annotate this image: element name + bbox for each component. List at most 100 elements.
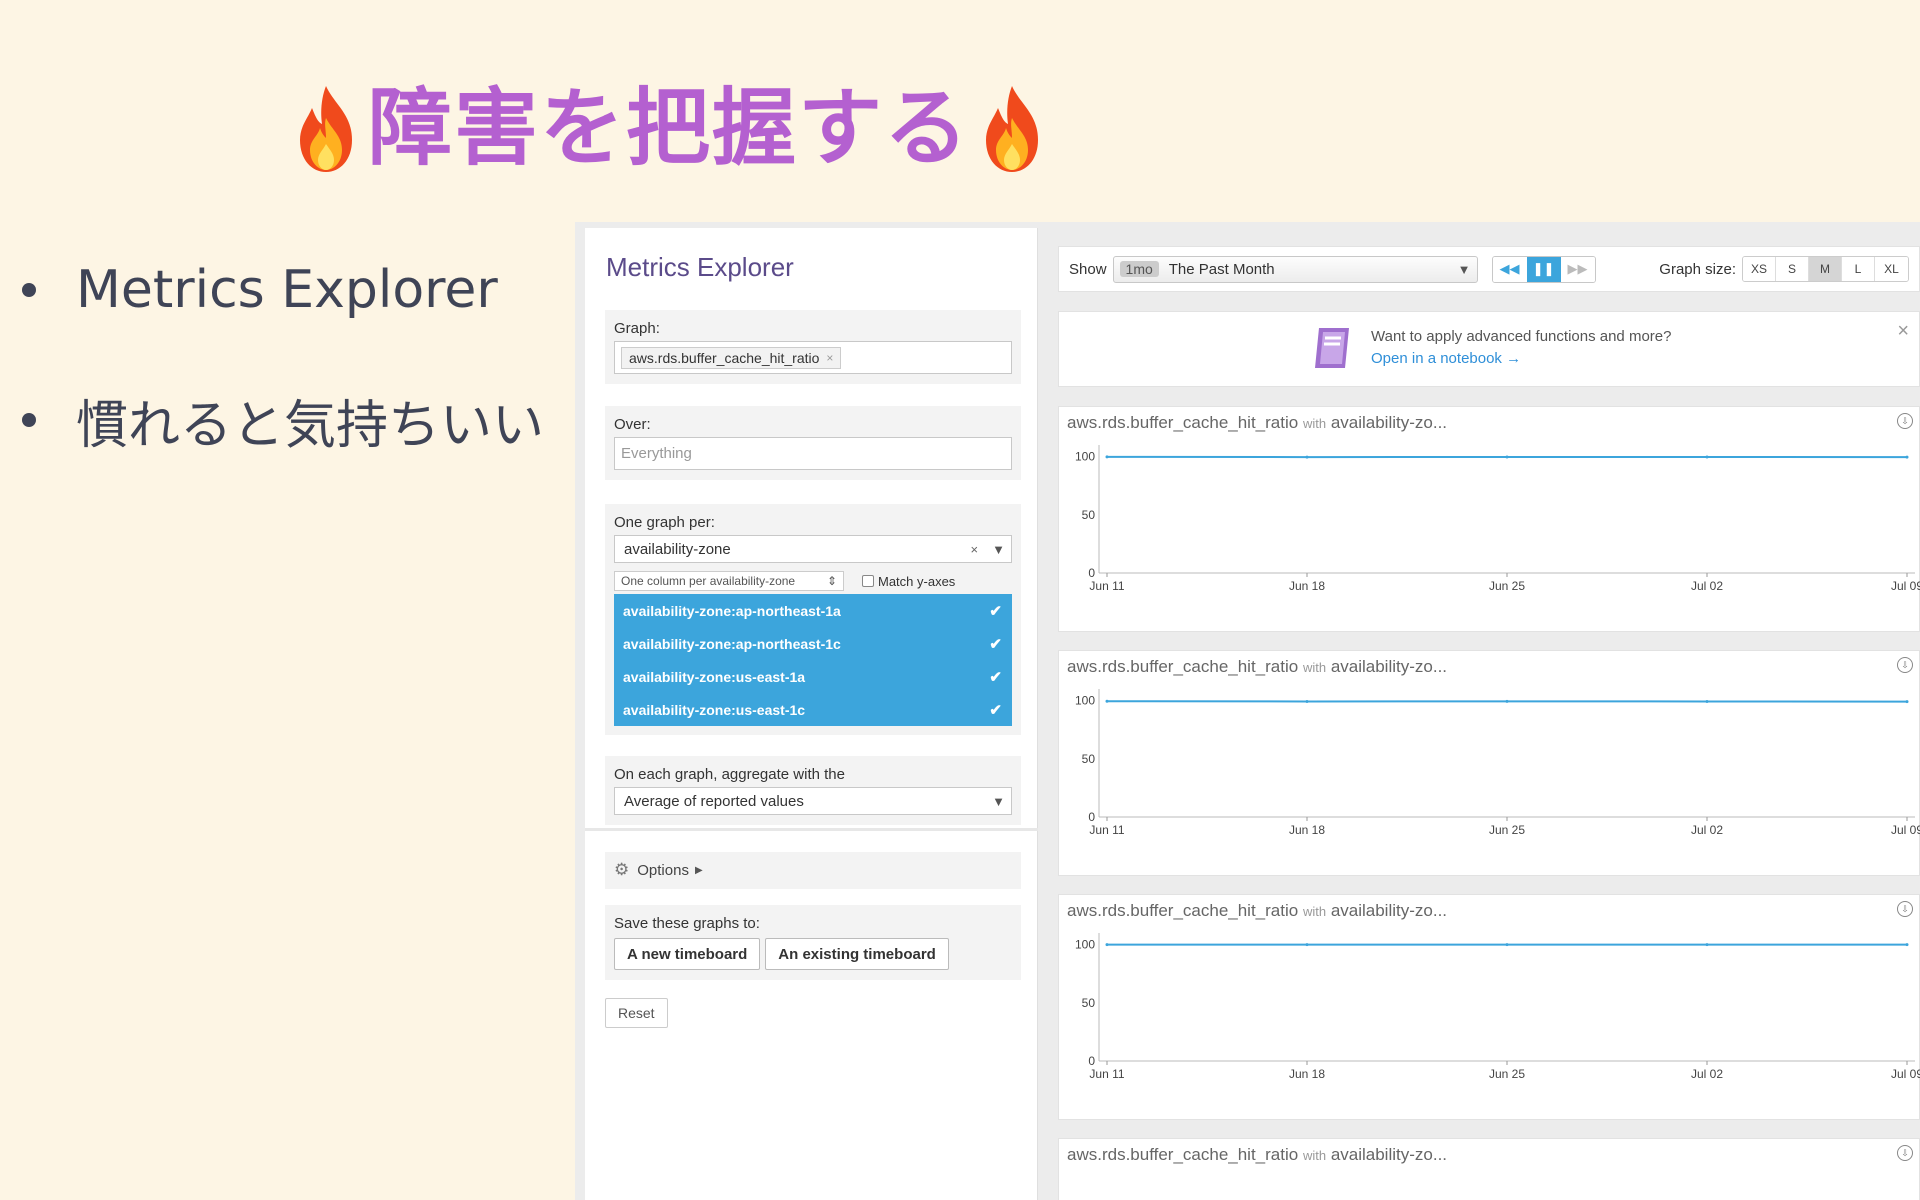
fire-icon bbox=[986, 86, 1039, 172]
graph-title: aws.rds.buffer_cache_hit_ratio with avai… bbox=[1067, 1145, 1447, 1165]
data-point bbox=[1705, 943, 1709, 947]
column-options-row: One column per availability-zone ⇕ Match… bbox=[614, 571, 1012, 591]
save-buttons: A new timeboard An existing timeboard bbox=[614, 938, 1012, 970]
rewind-icon[interactable]: ◀◀ bbox=[1492, 256, 1527, 282]
x-tick-label: Jun 25 bbox=[1489, 1067, 1525, 1081]
over-input[interactable]: Everything bbox=[614, 437, 1012, 470]
x-tick-label: Jun 11 bbox=[1089, 579, 1124, 593]
show-label: Show bbox=[1069, 260, 1107, 278]
graph-title: aws.rds.buffer_cache_hit_ratio with avai… bbox=[1067, 657, 1447, 677]
graph-chart: 0 50 100 Jun 11 Jun 18 Jun 25 Jul 02 Jul 09 bbox=[1075, 689, 1920, 837]
x-tick-label: Jul 02 bbox=[1691, 1067, 1723, 1081]
data-point bbox=[1105, 943, 1109, 947]
graph-size-label: Graph size: bbox=[1659, 260, 1736, 278]
metrics-explorer-screenshot: Metrics Explorer Graph: aws.rds.buffer_c… bbox=[575, 222, 1920, 1200]
match-yaxes-label: Match y-axes bbox=[878, 573, 956, 589]
graphs-panel: Show 1mo The Past Month ▼ ◀◀ ❚❚ ▶▶ Graph… bbox=[1058, 222, 1920, 1200]
bullet-list: Metrics Explorer 慣れると気持ちいい bbox=[22, 255, 544, 515]
chevron-down-icon: ▼ bbox=[1457, 261, 1471, 277]
graph-metric: aws.rds.buffer_cache_hit_ratio bbox=[1067, 413, 1299, 432]
metric-tag-label: aws.rds.buffer_cache_hit_ratio bbox=[629, 349, 820, 366]
slide-title-text: 障害を把握する bbox=[368, 79, 971, 177]
zone-item[interactable]: availability-zone:ap-northeast-1a ✔ bbox=[614, 594, 1012, 627]
open-notebook-link[interactable]: Open in a notebook → bbox=[1371, 350, 1521, 367]
download-icon[interactable]: ⇩ bbox=[1897, 901, 1913, 917]
existing-timeboard-button[interactable]: An existing timeboard bbox=[765, 938, 949, 970]
bullet-item: Metrics Explorer bbox=[22, 255, 544, 325]
remove-tag-icon[interactable]: × bbox=[826, 351, 833, 365]
time-range-select[interactable]: 1mo The Past Month ▼ bbox=[1112, 255, 1478, 283]
aggregate-select[interactable]: Average of reported values ▼ bbox=[614, 787, 1012, 815]
zone-label: availability-zone:us-east-1a bbox=[623, 668, 806, 685]
new-timeboard-button[interactable]: A new timeboard bbox=[614, 938, 761, 970]
graph-metric-input[interactable]: aws.rds.buffer_cache_hit_ratio × bbox=[614, 341, 1012, 374]
x-tick-label: Jul 02 bbox=[1691, 579, 1723, 593]
options-row: ⚙ Options ▶ bbox=[614, 860, 1012, 880]
graph-per-label: One graph per: bbox=[614, 514, 715, 531]
y-tick-label: 0 bbox=[1088, 810, 1095, 824]
graph-section: Graph: aws.rds.buffer_cache_hit_ratio × bbox=[605, 310, 1021, 384]
download-icon[interactable]: ⇩ bbox=[1897, 657, 1913, 673]
zone-item[interactable]: availability-zone:us-east-1c ✔ bbox=[614, 693, 1012, 726]
download-icon[interactable]: ⇩ bbox=[1897, 1145, 1913, 1161]
graph-card: aws.rds.buffer_cache_hit_ratio with avai… bbox=[1058, 650, 1920, 876]
save-section: Save these graphs to: A new timeboard An… bbox=[605, 905, 1021, 980]
x-tick-label: Jun 25 bbox=[1489, 823, 1525, 837]
notebook-banner: Want to apply advanced functions and mor… bbox=[1058, 311, 1920, 387]
data-point bbox=[1305, 455, 1309, 459]
graph-group: availability-zo... bbox=[1330, 413, 1448, 432]
pause-icon[interactable]: ❚❚ bbox=[1526, 256, 1561, 282]
graph-card: aws.rds.buffer_cache_hit_ratio with avai… bbox=[1058, 894, 1920, 1120]
size-s-button[interactable]: S bbox=[1776, 257, 1809, 281]
options-section[interactable]: ⚙ Options ▶ bbox=[605, 852, 1021, 889]
graph-with: with bbox=[1302, 904, 1327, 919]
zone-item[interactable]: availability-zone:us-east-1a ✔ bbox=[614, 660, 1012, 693]
range-value: The Past Month bbox=[1168, 260, 1275, 278]
fast-forward-icon[interactable]: ▶▶ bbox=[1560, 256, 1595, 282]
close-icon[interactable]: × bbox=[1897, 320, 1909, 343]
data-point bbox=[1505, 943, 1509, 947]
column-select[interactable]: One column per availability-zone ⇕ bbox=[614, 571, 844, 591]
x-tick-label: Jun 11 bbox=[1089, 823, 1124, 837]
size-l-button[interactable]: L bbox=[1842, 257, 1875, 281]
x-tick-label: Jul 09 bbox=[1891, 579, 1920, 593]
check-icon: ✔ bbox=[989, 635, 1002, 653]
zone-item[interactable]: availability-zone:ap-northeast-1c ✔ bbox=[614, 627, 1012, 660]
playback-controls: ◀◀ ❚❚ ▶▶ bbox=[1491, 255, 1596, 283]
x-tick-label: Jun 18 bbox=[1289, 1067, 1325, 1081]
aggregate-section: On each graph, aggregate with the Averag… bbox=[605, 756, 1021, 825]
download-icon[interactable]: ⇩ bbox=[1897, 413, 1913, 429]
graph-size-control: Graph size: XS S M L XL bbox=[1659, 256, 1909, 282]
reset-button[interactable]: Reset bbox=[605, 998, 668, 1028]
graph-title: aws.rds.buffer_cache_hit_ratio with avai… bbox=[1067, 901, 1447, 921]
x-tick-label: Jun 18 bbox=[1289, 823, 1325, 837]
graph-card: aws.rds.buffer_cache_hit_ratio with avai… bbox=[1058, 1138, 1920, 1200]
graph-chart: 0 50 100 Jun 11 Jun 18 Jun 25 Jul 02 Jul 09 bbox=[1075, 445, 1920, 593]
x-tick-label: Jun 11 bbox=[1089, 1067, 1124, 1081]
data-point bbox=[1905, 700, 1909, 704]
x-tick-label: Jul 02 bbox=[1691, 823, 1723, 837]
match-yaxes-checkbox[interactable] bbox=[862, 575, 874, 587]
data-point bbox=[1505, 455, 1509, 459]
graph-card: aws.rds.buffer_cache_hit_ratio with avai… bbox=[1058, 406, 1920, 632]
bullet-dot bbox=[22, 413, 36, 427]
size-m-button[interactable]: M bbox=[1809, 257, 1842, 281]
data-point bbox=[1905, 455, 1909, 459]
clear-icon[interactable]: × bbox=[971, 542, 979, 557]
over-label: Over: bbox=[614, 416, 651, 433]
data-point bbox=[1105, 455, 1109, 459]
graph-per-select[interactable]: availability-zone × ▼ bbox=[614, 535, 1012, 563]
graph-with: with bbox=[1302, 660, 1327, 675]
notebook-icon bbox=[1315, 328, 1349, 368]
size-xl-button[interactable]: XL bbox=[1875, 257, 1908, 281]
graph-title: aws.rds.buffer_cache_hit_ratio with avai… bbox=[1067, 413, 1447, 433]
data-point bbox=[1305, 699, 1309, 703]
zone-list: availability-zone:ap-northeast-1a ✔ avail… bbox=[614, 594, 1012, 726]
range-tag: 1mo bbox=[1119, 261, 1159, 277]
over-placeholder: Everything bbox=[621, 445, 692, 462]
time-toolbar: Show 1mo The Past Month ▼ ◀◀ ❚❚ ▶▶ Graph… bbox=[1058, 246, 1920, 292]
x-tick-label: Jul 09 bbox=[1891, 1067, 1920, 1081]
size-xs-button[interactable]: XS bbox=[1743, 257, 1776, 281]
caret-right-icon: ▶ bbox=[694, 864, 703, 876]
zone-label: availability-zone:ap-northeast-1a bbox=[623, 602, 841, 619]
